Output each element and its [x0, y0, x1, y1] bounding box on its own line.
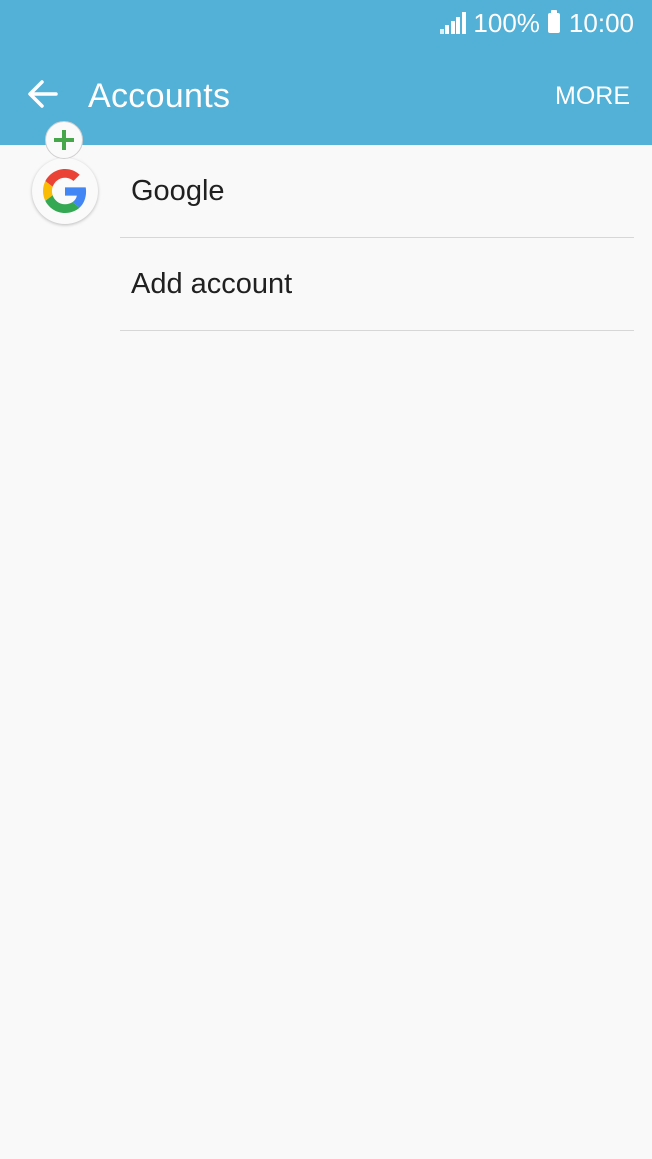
back-arrow-icon [28, 80, 58, 108]
signal-icon [439, 12, 468, 34]
google-logo-icon [32, 158, 98, 224]
app-bar: 100% 10:00 Accounts MORE [0, 0, 652, 145]
account-item-google[interactable]: Google [0, 145, 652, 238]
add-account-button[interactable]: Add account [0, 238, 652, 331]
back-button[interactable] [22, 72, 66, 116]
add-account-label: Add account [131, 268, 293, 300]
plus-icon [45, 121, 83, 159]
status-bar: 100% 10:00 [439, 6, 634, 40]
account-list: Google Add account [0, 145, 652, 331]
clock: 10:00 [568, 7, 634, 38]
more-button[interactable]: MORE [555, 78, 630, 114]
battery-percent: 100% [473, 7, 540, 38]
divider [120, 330, 634, 331]
battery-icon [547, 10, 560, 33]
account-label-google: Google [131, 175, 225, 207]
page-title: Accounts [88, 77, 231, 115]
